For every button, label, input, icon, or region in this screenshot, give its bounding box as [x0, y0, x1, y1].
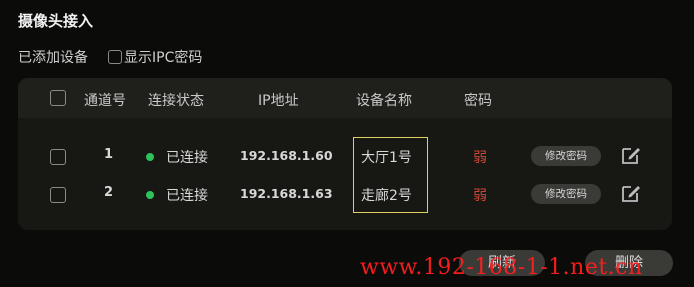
header-password: 密码	[464, 93, 492, 109]
show-ipc-password-checkbox[interactable]	[108, 50, 122, 64]
row-checkbox[interactable]	[50, 187, 66, 203]
select-all-checkbox[interactable]	[50, 90, 66, 106]
toolbar: 已添加设备 显示IPC密码	[18, 47, 202, 67]
page-title: 摄像头接入	[18, 12, 94, 30]
added-devices-label: 已添加设备	[18, 50, 88, 66]
watermark: www.192-168-1-1.net.cn	[360, 255, 643, 280]
channel-number: 2	[104, 185, 114, 200]
table-row: 1 已连接 192.168.1.60 大厅1号 弱 修改密码	[18, 138, 672, 174]
row-checkbox[interactable]	[50, 149, 66, 165]
connection-status: 已连接	[166, 188, 208, 204]
ip-address: 192.168.1.63	[240, 186, 333, 201]
ip-address: 192.168.1.60	[240, 148, 333, 163]
password-strength: 弱	[473, 188, 487, 204]
channel-number: 1	[104, 147, 114, 162]
pencil-square-icon[interactable]	[620, 144, 642, 166]
pencil-square-icon[interactable]	[620, 182, 642, 204]
password-strength: 弱	[473, 150, 487, 166]
table-row: 2 已连接 192.168.1.63 走廊2号 弱 修改密码	[18, 176, 672, 212]
device-table: 通道号 连接状态 IP地址 设备名称 密码 1 已连接 192.168.1.60…	[18, 78, 672, 230]
header-channel: 通道号	[84, 93, 126, 109]
show-ipc-password-label[interactable]: 显示IPC密码	[124, 47, 202, 67]
table-header: 通道号 连接状态 IP地址 设备名称 密码	[18, 78, 672, 118]
change-password-button[interactable]: 修改密码	[531, 146, 601, 166]
header-status: 连接状态	[148, 93, 204, 109]
change-password-button[interactable]: 修改密码	[531, 184, 601, 204]
green-dot-icon	[146, 153, 154, 161]
header-device-name: 设备名称	[356, 93, 412, 109]
green-dot-icon	[146, 191, 154, 199]
header-ip: IP地址	[258, 93, 299, 109]
device-name-highlight	[353, 137, 428, 213]
connection-status: 已连接	[166, 150, 208, 166]
